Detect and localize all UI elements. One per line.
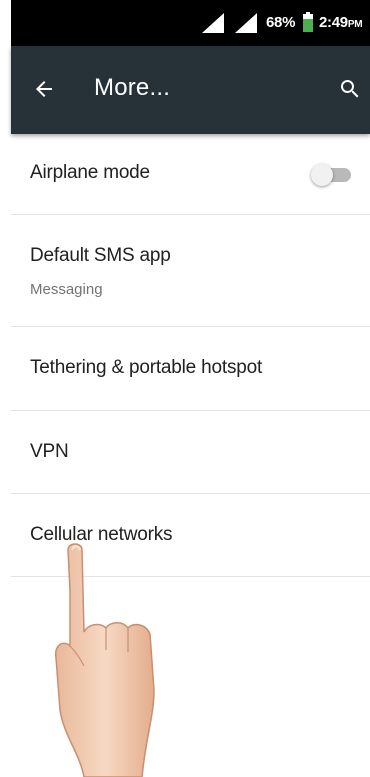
setting-label: VPN bbox=[30, 441, 69, 462]
setting-label: Default SMS app bbox=[30, 245, 171, 266]
battery-icon bbox=[303, 12, 313, 32]
clock-suffix: PM bbox=[347, 19, 363, 30]
settings-list: Airplane mode Default SMS app Messaging … bbox=[11, 134, 370, 577]
airplane-mode-toggle[interactable] bbox=[311, 164, 351, 186]
setting-summary: Messaging bbox=[30, 281, 103, 298]
app-bar: More... bbox=[11, 46, 370, 134]
setting-airplane-mode[interactable]: Airplane mode bbox=[11, 134, 370, 215]
search-icon[interactable] bbox=[338, 77, 362, 101]
setting-label: Tethering & portable hotspot bbox=[30, 357, 263, 378]
setting-default-sms[interactable]: Default SMS app Messaging bbox=[11, 215, 370, 327]
back-arrow-icon[interactable] bbox=[32, 77, 56, 101]
status-bar: 68% 2:49PM bbox=[11, 0, 370, 46]
clock-time: 2:49 bbox=[319, 14, 348, 31]
page-title: More... bbox=[94, 74, 171, 101]
toggle-thumb bbox=[311, 164, 333, 186]
setting-vpn[interactable]: VPN bbox=[11, 411, 370, 494]
cell-signal-icon bbox=[235, 13, 257, 33]
clock: 2:49PM bbox=[319, 14, 363, 31]
wifi-signal-icon bbox=[202, 13, 224, 33]
setting-tethering[interactable]: Tethering & portable hotspot bbox=[11, 327, 370, 411]
setting-label: Airplane mode bbox=[30, 162, 150, 183]
battery-percent: 68% bbox=[266, 14, 296, 31]
pointing-hand-illustration bbox=[55, 543, 155, 777]
